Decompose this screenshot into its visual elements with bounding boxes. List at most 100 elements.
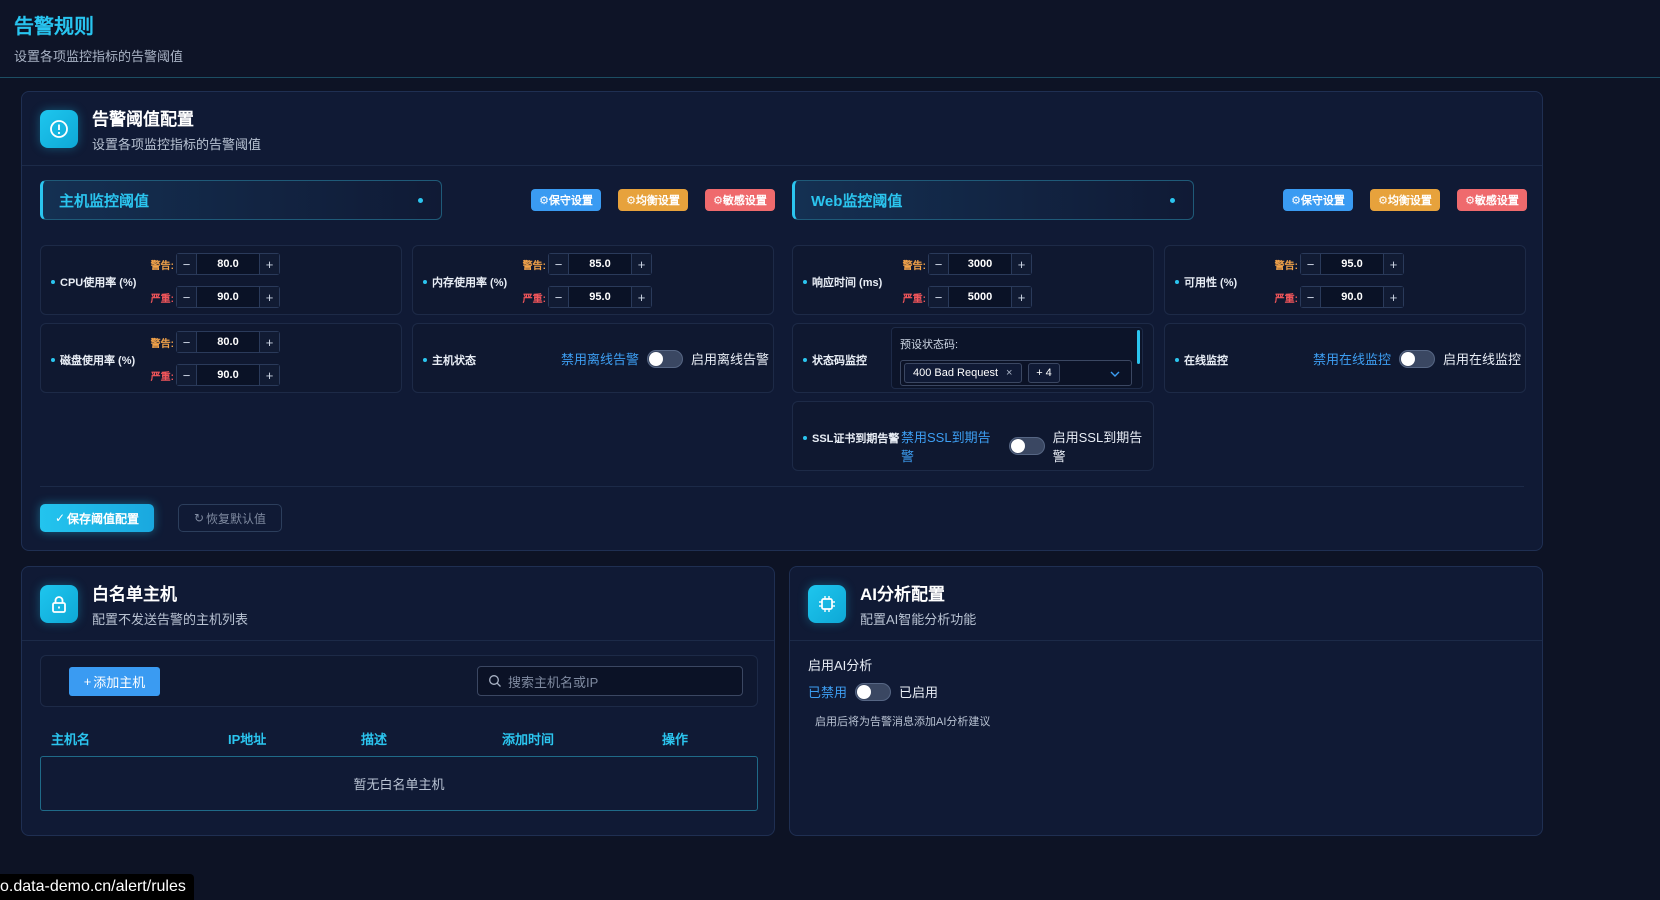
cpu-crit-stepper: − 90.0 +: [176, 286, 280, 308]
mem-warn-input[interactable]: 85.0: [569, 254, 631, 274]
page-header: 告警规则 设置各项监控指标的告警阈值: [0, 0, 1660, 78]
threshold-card: 告警阈值配置 设置各项监控指标的告警阈值 主机监控阈值 ⚙保守设置 ⚙均衡设置 …: [21, 91, 1543, 551]
host-section-header: 主机监控阈值: [40, 180, 442, 220]
status-code-label: 状态码监控: [803, 352, 867, 368]
increment-button[interactable]: +: [1011, 287, 1031, 307]
scrollbar[interactable]: [1137, 330, 1140, 364]
ai-toggle-group: 已禁用 已启用: [808, 682, 938, 701]
avail-warn-input[interactable]: 95.0: [1321, 254, 1383, 274]
avail-crit-stepper: − 90.0 +: [1300, 286, 1404, 308]
disk-warn-input[interactable]: 80.0: [197, 332, 259, 352]
search-placeholder: 搜索主机名或IP: [508, 674, 599, 690]
search-icon: [489, 675, 501, 687]
increment-button[interactable]: +: [1383, 254, 1403, 274]
host-offline-enable-label: 启用离线告警: [691, 352, 770, 367]
check-icon: ✓: [54, 511, 66, 525]
decrement-button[interactable]: −: [1301, 287, 1321, 307]
increment-button[interactable]: +: [1383, 287, 1403, 307]
warn-tag: 警告:: [150, 260, 174, 272]
web-preset-balanced-button[interactable]: ⚙均衡设置: [1370, 189, 1440, 211]
disk-crit-input[interactable]: 90.0: [197, 365, 259, 385]
page-title: 告警规则: [14, 16, 94, 38]
whitelist-card-subtitle: 配置不发送告警的主机列表: [92, 611, 249, 627]
ssl-expiry-label: SSL证书到期告警: [803, 430, 899, 446]
web-preset-sensitive-button[interactable]: ⚙敏感设置: [1457, 189, 1527, 211]
disk-warn-stepper: − 80.0 +: [176, 331, 280, 353]
chevron-down-icon[interactable]: [1109, 367, 1121, 385]
host-offline-disable-label: 禁用离线告警: [561, 352, 640, 367]
disk-threshold-cell: 磁盘使用率 (%) 警告: − 80.0 + 严重: − 90.0 +: [40, 323, 402, 393]
increment-button[interactable]: +: [259, 287, 279, 307]
cpu-threshold-cell: CPU使用率 (%) 警告: − 80.0 + 严重: − 90.0 +: [40, 245, 402, 315]
decrement-button[interactable]: −: [929, 287, 949, 307]
host-preset-conservative-button[interactable]: ⚙保守设置: [531, 189, 601, 211]
increment-button[interactable]: +: [259, 332, 279, 352]
web-preset-conservative-button[interactable]: ⚙保守设置: [1283, 189, 1353, 211]
chip-icon: [808, 584, 846, 623]
ai-card-subtitle: 配置AI智能分析功能: [860, 611, 977, 627]
host-offline-switch[interactable]: [647, 349, 684, 368]
decrement-button[interactable]: −: [549, 254, 569, 274]
online-monitor-enable-label: 启用在线监控: [1443, 352, 1522, 367]
ai-hint-text: 启用后将为告警消息添加AI分析建议: [815, 716, 991, 728]
reset-default-button[interactable]: ↻ 恢复默认值: [178, 504, 282, 532]
avail-crit-input[interactable]: 90.0: [1321, 287, 1383, 307]
online-monitor-disable-label: 禁用在线监控: [1313, 352, 1392, 367]
ssl-expiry-cell: SSL证书到期告警 禁用SSL到期告警 启用SSL到期告警: [792, 401, 1154, 471]
decrement-button[interactable]: −: [177, 365, 197, 385]
host-preset-sensitive-button[interactable]: ⚙敏感设置: [705, 189, 775, 211]
increment-button[interactable]: +: [1011, 254, 1031, 274]
increment-button[interactable]: +: [259, 254, 279, 274]
warn-tag: 警告:: [1274, 260, 1298, 272]
ai-card: AI分析配置 配置AI智能分析功能 启用AI分析 已禁用 已启用 启用后将为告警…: [789, 566, 1543, 836]
decrement-button[interactable]: −: [929, 254, 949, 274]
cpu-warn-input[interactable]: 80.0: [197, 254, 259, 274]
column-header-hostname[interactable]: 主机名: [51, 729, 90, 748]
status-url-bar: o.data-demo.cn/alert/rules: [0, 874, 194, 900]
column-header-description[interactable]: 描述: [361, 729, 387, 748]
whitelist-card-header: 白名单主机 配置不发送告警的主机列表: [22, 567, 774, 641]
increment-button[interactable]: +: [631, 254, 651, 274]
decrement-button[interactable]: −: [177, 254, 197, 274]
resp-crit-input[interactable]: 5000: [949, 287, 1011, 307]
disk-crit-stepper: − 90.0 +: [176, 364, 280, 386]
mem-crit-input[interactable]: 95.0: [569, 287, 631, 307]
ssl-expiry-switch[interactable]: [1009, 437, 1045, 455]
increment-button[interactable]: +: [631, 287, 651, 307]
save-threshold-button[interactable]: ✓ 保存阈值配置: [40, 504, 154, 532]
threshold-card-title: 告警阈值配置: [92, 109, 194, 129]
status-code-select[interactable]: 400 Bad Request × + 4: [900, 360, 1132, 386]
resp-warn-input[interactable]: 3000: [949, 254, 1011, 274]
cpu-label: CPU使用率 (%): [51, 274, 136, 290]
cpu-warn-stepper: − 80.0 +: [176, 253, 280, 275]
search-input[interactable]: 搜索主机名或IP: [477, 666, 743, 696]
crit-tag: 严重:: [150, 371, 174, 383]
column-header-actions[interactable]: 操作: [662, 729, 688, 748]
lock-icon: [40, 584, 78, 623]
decrement-button[interactable]: −: [549, 287, 569, 307]
decrement-button[interactable]: −: [177, 332, 197, 352]
preset-status-code-label: 预设状态码:: [900, 339, 959, 351]
whitelist-card: 白名单主机 配置不发送告警的主机列表 + 添加主机 搜索主机名或IP 主机名 I…: [21, 566, 775, 836]
more-tags-badge: + 4: [1028, 363, 1060, 383]
cpu-crit-input[interactable]: 90.0: [197, 287, 259, 307]
add-host-label: 添加主机: [93, 675, 146, 690]
column-header-added-time[interactable]: 添加时间: [502, 729, 554, 748]
host-preset-balanced-button[interactable]: ⚙均衡设置: [618, 189, 688, 211]
crit-tag: 严重:: [150, 293, 174, 305]
decrement-button[interactable]: −: [177, 287, 197, 307]
ai-disabled-label: 已禁用: [808, 685, 848, 700]
warn-tag: 警告:: [150, 338, 174, 350]
decrement-button[interactable]: −: [1301, 254, 1321, 274]
ai-analysis-switch[interactable]: [855, 682, 892, 701]
close-icon[interactable]: ×: [1006, 367, 1012, 379]
increment-button[interactable]: +: [259, 365, 279, 385]
threshold-card-subtitle: 设置各项监控指标的告警阈值: [92, 136, 262, 152]
column-header-ip[interactable]: IP地址: [228, 729, 266, 748]
resp-warn-stepper: − 3000 +: [928, 253, 1032, 275]
online-monitor-switch[interactable]: [1399, 349, 1436, 368]
resp-threshold-cell: 响应时间 (ms) 警告: − 3000 + 严重: − 5000 +: [792, 245, 1154, 315]
add-host-button[interactable]: + 添加主机: [69, 667, 160, 696]
status-code-cell: 状态码监控 预设状态码: 400 Bad Request × + 4: [792, 323, 1154, 393]
resp-label: 响应时间 (ms): [803, 274, 882, 290]
